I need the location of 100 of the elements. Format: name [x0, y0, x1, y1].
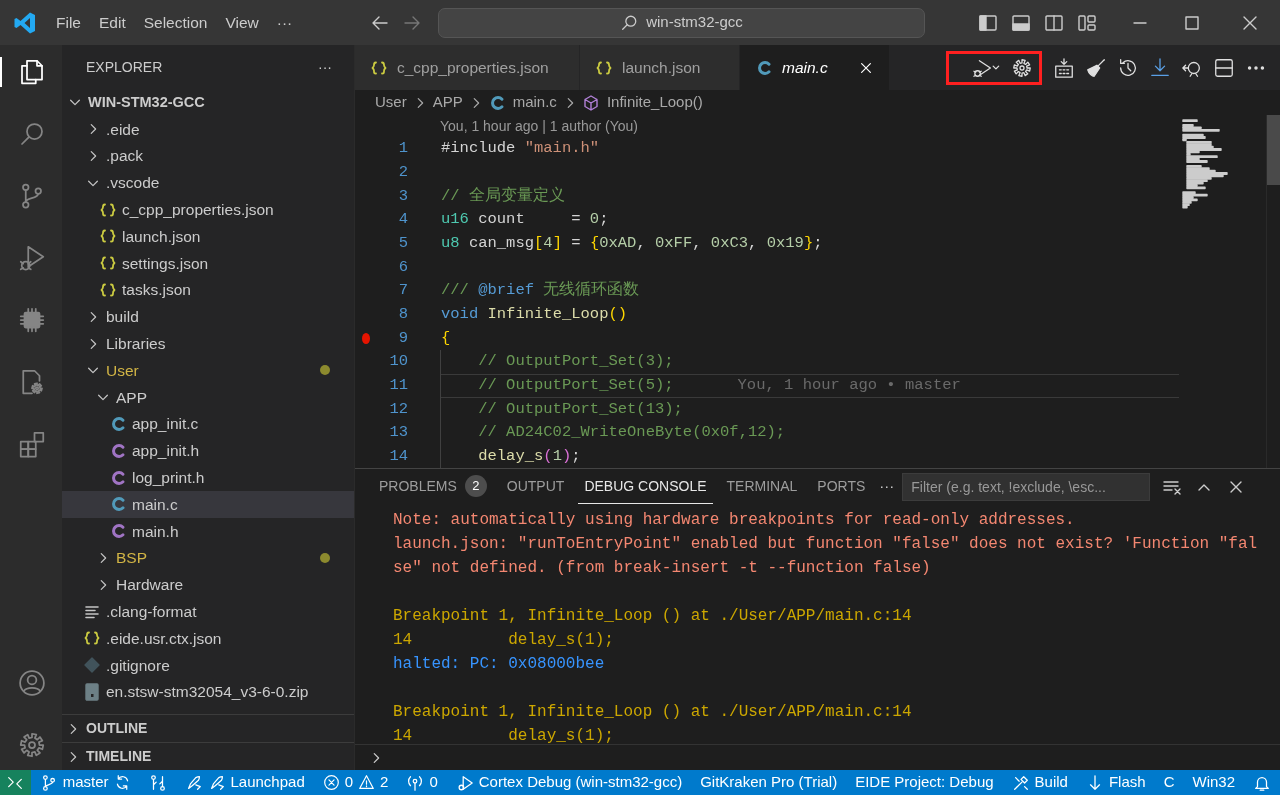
tree-item[interactable]: .gitignore — [62, 651, 354, 679]
blame-annotation: You, 1 hour ago • master — [737, 375, 961, 397]
code-line: // AD24C02_WriteOneByte(0x0f,12); — [477, 422, 786, 444]
breadcrumb-item[interactable]: main.c — [488, 91, 557, 114]
tree-item[interactable]: launch.json — [62, 223, 354, 250]
tree-item[interactable]: .eide — [62, 115, 354, 143]
menu-item[interactable]: Edit — [90, 6, 135, 39]
line-number: 12 — [388, 398, 408, 420]
tree-item[interactable]: log_print.h — [62, 464, 354, 491]
sidebar-toggle-icon[interactable] — [978, 12, 998, 33]
editor-tab[interactable]: launch.json — [580, 45, 740, 90]
braces-icon — [371, 59, 387, 76]
line-number: 1 — [397, 138, 408, 160]
split-editor-icon[interactable] — [1213, 56, 1235, 79]
tree-item[interactable]: en.stsw-stm32054_v3-6-0.zip — [62, 678, 354, 706]
archive-file-icon — [84, 682, 100, 701]
console-line: Breakpoint 1, Infinite_Loop () at ./User/APP/main.c:14 — [393, 606, 913, 627]
status-item[interactable]: 0 2 — [313, 770, 398, 795]
tree-item[interactable]: APP — [62, 383, 354, 411]
tree-item[interactable]: tasks.json — [62, 276, 354, 304]
status-item[interactable]: Build — [1002, 770, 1077, 795]
menu-item[interactable]: View — [216, 6, 268, 39]
status-item[interactable]: C — [1154, 770, 1184, 795]
editor-tab[interactable]: c_cpp_properties.json — [355, 45, 580, 90]
panel-tab[interactable]: PORTS — [811, 469, 872, 504]
menu-item[interactable]: ··· — [267, 6, 302, 39]
more-actions[interactable]: ··· — [318, 56, 332, 78]
secondary-sidebar-icon[interactable] — [1044, 12, 1064, 33]
filter-field[interactable]: Filter (e.g. text, !exclude, \esc... — [902, 472, 1151, 501]
tree-item[interactable]: main.c — [62, 490, 354, 518]
panel-tab[interactable]: DEBUG CONSOLE — [578, 469, 713, 504]
menu-item[interactable]: Selection — [134, 6, 217, 39]
tree-item[interactable]: app_init.c — [62, 410, 354, 438]
search-box[interactable]: win-stm32-gcc — [438, 7, 925, 38]
breakpoint-dot[interactable] — [362, 332, 370, 344]
tree-item[interactable]: User — [62, 356, 354, 384]
tree-item[interactable]: main.h — [62, 517, 354, 545]
code-line: // OutputPort_Set(5); — [477, 375, 674, 397]
code-line: /// @brief 无线循环函数 — [441, 280, 640, 302]
tree-item[interactable]: Hardware — [62, 571, 354, 599]
panel-tab[interactable]: PROBLEMS 2 — [373, 469, 493, 504]
tree-root[interactable]: WIN-STM32-GCC — [62, 89, 354, 116]
maximize-icon[interactable] — [1184, 14, 1200, 31]
status-item[interactable]: Win32 — [1183, 770, 1244, 795]
tree-item[interactable]: c_cpp_properties.json — [62, 196, 354, 223]
c-header-file-icon — [110, 522, 126, 541]
status-item[interactable]: GitKraken Pro (Trial) — [691, 770, 847, 795]
close-icon[interactable] — [1242, 14, 1258, 31]
braces-icon — [100, 255, 116, 272]
remote-button[interactable] — [0, 770, 31, 795]
tree-item[interactable]: .vscode — [62, 169, 354, 197]
count-badge: 2 — [464, 475, 487, 497]
breadcrumb-item[interactable]: APP — [432, 91, 463, 114]
codelens[interactable]: You, 1 hour ago | 1 author (You) — [355, 115, 1181, 137]
layout-icon[interactable] — [1077, 12, 1097, 33]
tree-item[interactable]: app_init.h — [62, 437, 354, 465]
status-item[interactable]: Cortex Debug (win-stm32-gcc) — [446, 770, 692, 795]
account-icon[interactable] — [17, 668, 47, 698]
tree-item[interactable]: build — [62, 303, 354, 331]
code-line: u8 can_msg[4] = {0xAD, 0xFF, 0xC3, 0x19}; — [441, 232, 823, 254]
scrollbar-thumb[interactable] — [1267, 115, 1280, 185]
line-number: 8 — [397, 304, 408, 326]
braces-icon — [100, 281, 116, 298]
history-icon[interactable] — [1117, 56, 1139, 79]
status-item[interactable]: Launchpad — [175, 770, 314, 795]
tree-item[interactable]: Libraries — [62, 330, 354, 357]
console-line: 14 delay_s(1); — [393, 726, 615, 744]
search-icon — [620, 13, 639, 32]
tree-item[interactable]: settings.json — [62, 249, 354, 277]
status-item[interactable]: Flash — [1076, 770, 1155, 795]
menu-item[interactable]: File — [47, 6, 90, 39]
close-icon[interactable] — [859, 60, 873, 75]
warning-icon — [358, 774, 376, 791]
console-line: Note: automatically using hardware breakpoints for read-only addresses. — [393, 510, 1076, 531]
chip-icon[interactable] — [17, 305, 47, 335]
building-icon[interactable] — [1053, 56, 1075, 79]
extensions-icon[interactable] — [17, 429, 47, 459]
editor-tab[interactable]: main.c — [740, 45, 890, 90]
breadcrumb-item[interactable]: Infinite_Loop() — [582, 91, 703, 114]
console-line: halted: PC: 0x08000bee — [393, 654, 606, 675]
code-line: // 全局变量定义 — [441, 185, 565, 207]
tree-item[interactable]: .clang-format — [62, 598, 354, 625]
section-header[interactable]: OUTLINE — [62, 714, 354, 742]
line-number: 7 — [397, 280, 408, 302]
settings-icon[interactable] — [1011, 56, 1033, 79]
tree-item[interactable]: .pack — [62, 142, 354, 170]
code-line: // OutputPort_Set(13); — [477, 398, 683, 420]
broom-icon[interactable] — [1085, 56, 1107, 79]
status-item[interactable]: EIDE Project: Debug — [846, 770, 1003, 795]
breadcrumb-item[interactable]: User — [375, 91, 407, 114]
download-icon[interactable] — [1149, 56, 1171, 79]
tree-item[interactable]: BSP — [62, 544, 354, 572]
tree-item[interactable]: .eide.usr.ctx.json — [62, 624, 354, 652]
status-item[interactable]: 0 — [397, 770, 447, 795]
line-number: 3 — [397, 185, 408, 207]
more-actions[interactable]: ··· — [879, 475, 895, 498]
status-item[interactable]: master — [30, 770, 140, 795]
panel-tab[interactable]: TERMINAL — [720, 469, 804, 504]
panel-toggle-icon[interactable] — [1011, 12, 1031, 33]
panel-tab[interactable]: OUTPUT — [500, 469, 571, 504]
